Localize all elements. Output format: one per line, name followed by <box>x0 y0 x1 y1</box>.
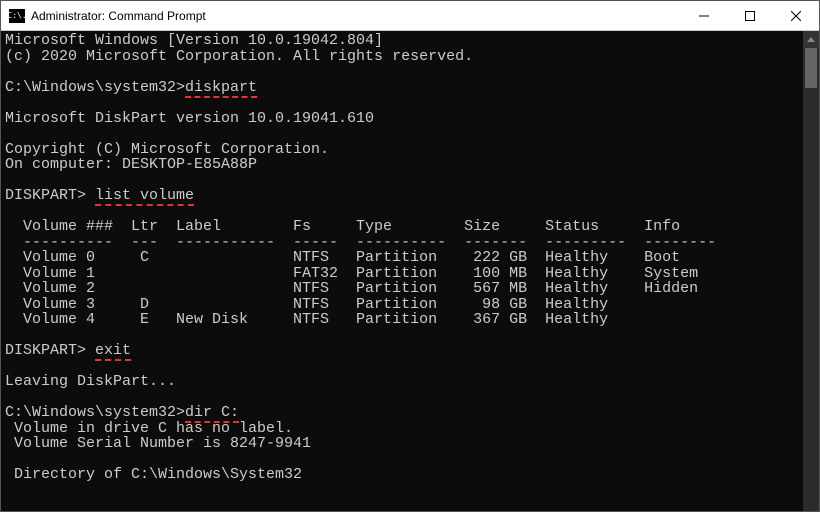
dir-output-line: Volume in drive C has no label. <box>5 420 293 437</box>
minimize-button[interactable] <box>681 1 727 31</box>
volume-table-header: Volume ### Ltr Label Fs Type Size Status… <box>5 218 680 235</box>
cmd-exit: exit <box>95 342 131 361</box>
diskpart-copyright: Copyright (C) Microsoft Corporation. <box>5 141 329 158</box>
scroll-thumb[interactable] <box>805 48 817 88</box>
volume-row: Volume 4 E New Disk NTFS Partition 367 G… <box>5 311 608 328</box>
client-area: Microsoft Windows [Version 10.0.19042.80… <box>1 31 819 511</box>
prompt-path: C:\Windows\system32> <box>5 79 185 96</box>
diskpart-version: Microsoft DiskPart version 10.0.19041.61… <box>5 110 374 127</box>
prompt-path: C:\Windows\system32> <box>5 404 185 421</box>
diskpart-prompt: DISKPART> <box>5 187 95 204</box>
maximize-button[interactable] <box>727 1 773 31</box>
cmd-diskpart: diskpart <box>185 79 257 98</box>
banner-line: Microsoft Windows [Version 10.0.19042.80… <box>5 32 383 49</box>
volume-row: Volume 0 C NTFS Partition 222 GB Healthy… <box>5 249 680 266</box>
dir-output-line: Directory of C:\Windows\System32 <box>5 466 302 483</box>
diskpart-computer: On computer: DESKTOP-E85A88P <box>5 156 257 173</box>
dir-output-line: Volume Serial Number is 8247-9941 <box>5 435 311 452</box>
titlebar[interactable]: C:\. Administrator: Command Prompt <box>1 1 819 31</box>
volume-row: Volume 2 NTFS Partition 567 MB Healthy H… <box>5 280 698 297</box>
volume-row: Volume 1 FAT32 Partition 100 MB Healthy … <box>5 265 698 282</box>
command-prompt-window: C:\. Administrator: Command Prompt Micro… <box>0 0 820 512</box>
volume-table-rule: ---------- --- ----------- ----- -------… <box>5 234 716 251</box>
leaving-diskpart: Leaving DiskPart... <box>5 373 176 390</box>
terminal-output[interactable]: Microsoft Windows [Version 10.0.19042.80… <box>1 31 803 511</box>
close-button[interactable] <box>773 1 819 31</box>
window-title: Administrator: Command Prompt <box>31 9 206 23</box>
volume-row: Volume 3 D NTFS Partition 98 GB Healthy <box>5 296 608 313</box>
vertical-scrollbar[interactable] <box>803 31 819 511</box>
cmd-list-volume: list volume <box>95 187 194 206</box>
diskpart-prompt: DISKPART> <box>5 342 95 359</box>
cmd-icon: C:\. <box>9 9 25 23</box>
banner-line: (c) 2020 Microsoft Corporation. All righ… <box>5 48 473 65</box>
scroll-up-arrow[interactable] <box>803 31 819 48</box>
